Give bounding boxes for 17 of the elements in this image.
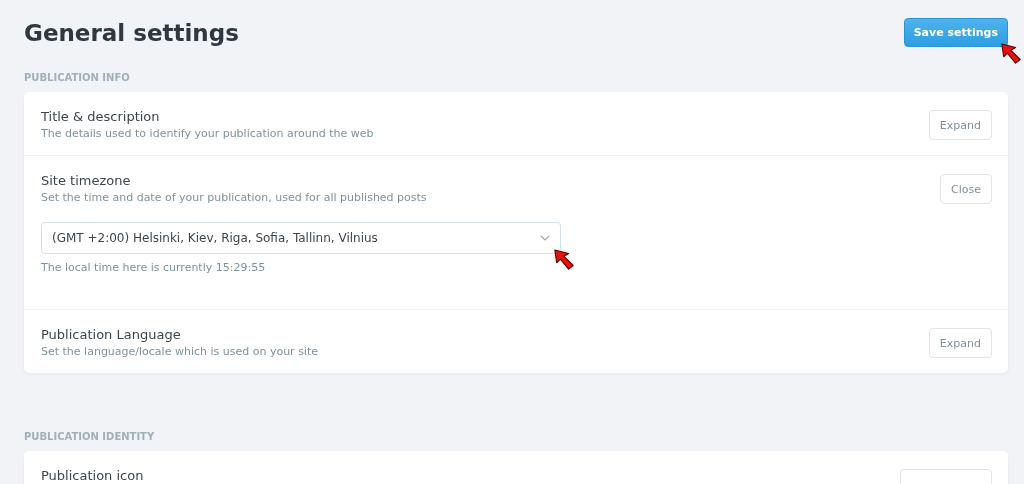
toggle-button[interactable]: Expand	[928, 110, 992, 140]
setting-title: Publication icon	[41, 468, 144, 483]
setting-title: Publication Language	[41, 327, 182, 342]
setting-title: Title & description	[41, 109, 161, 124]
setting-description: Set the language/locale which is used on your site	[41, 345, 318, 358]
page-title: General settings	[24, 20, 239, 46]
chevron-down-icon	[540, 235, 550, 241]
section-label: PUBLICATION IDENTITY	[24, 431, 156, 442]
setting-description: Set the time and date of your publication, used for all published posts	[41, 191, 427, 204]
setting-description: The details used to identify your publication around the web	[41, 127, 374, 140]
setting-title: Site timezone	[41, 173, 132, 188]
local-time-hint: The local time here is currently 15:29:55	[41, 261, 267, 274]
toggle-button[interactable]: Close	[940, 174, 992, 204]
timezone-select[interactable]: (GMT +2:00) Helsinki, Kiev, Riga, Sofia, Tallinn, Vilnius	[41, 222, 561, 254]
toggle-button[interactable]: Expand	[928, 328, 992, 358]
section-label: PUBLICATION INFO	[24, 72, 131, 83]
save-settings-button[interactable]: Save settings	[903, 18, 1008, 47]
